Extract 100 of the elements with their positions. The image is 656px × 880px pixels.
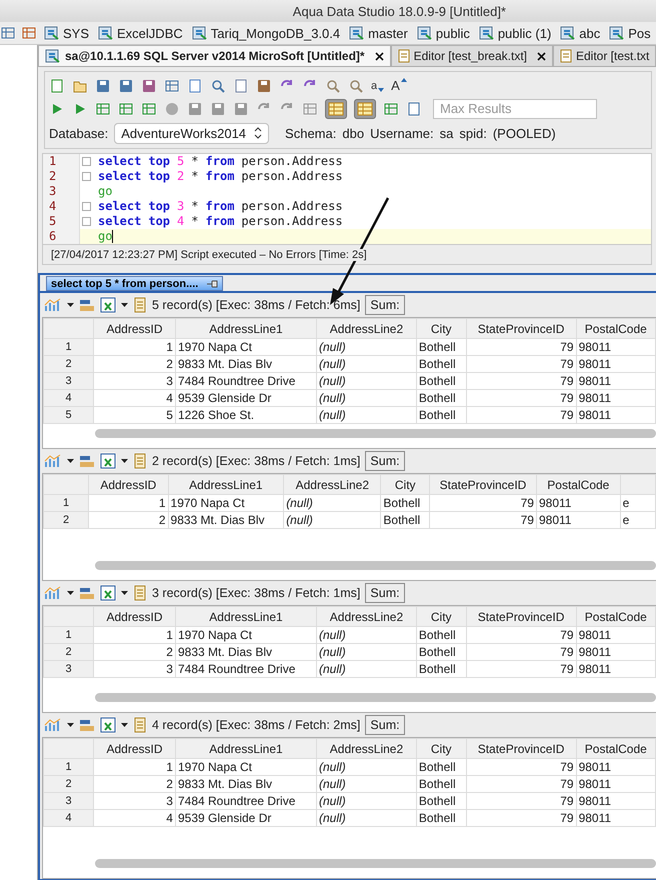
column-header[interactable]: AddressID (94, 738, 176, 758)
result-tab[interactable]: select top 5 * from person.... (46, 276, 224, 291)
dropdown-caret-icon[interactable] (121, 459, 128, 463)
username-value: sa (440, 126, 454, 140)
sql-editor[interactable]: 1 2 3 4 5 6 select top 5 * from person.Address select top 2 * from person.Address go select top 3 * from person.Address select top 4 * from person.Address go (42, 153, 652, 246)
column-header[interactable]: PostalCode (576, 318, 656, 338)
horizontal-scrollbar[interactable] (95, 859, 656, 868)
find-icon[interactable] (325, 78, 341, 94)
close-icon[interactable] (374, 52, 384, 60)
script-icon[interactable] (133, 297, 147, 313)
column-header[interactable]: AddressLine2 (284, 474, 381, 494)
connection-button[interactable]: master (347, 25, 410, 41)
table-cell: (null) (316, 356, 416, 372)
column-header[interactable]: AddressLine1 (175, 318, 317, 338)
spreadsheet-icon[interactable] (100, 585, 116, 601)
column-header[interactable]: PostalCode (576, 606, 656, 626)
table-cell: (null) (316, 406, 416, 424)
connection-button[interactable]: ExcelJDBC (96, 25, 185, 41)
column-header[interactable]: AddressLine2 (316, 738, 416, 758)
horizontal-scrollbar[interactable] (95, 429, 656, 438)
grid-toggle[interactable] (325, 98, 347, 118)
column-header[interactable]: PostalCode (536, 474, 620, 494)
code-token: top (148, 199, 170, 214)
dropdown-caret-icon[interactable] (67, 723, 74, 727)
column-header[interactable]: AddressID (94, 318, 176, 338)
dropdown-caret-icon[interactable] (67, 459, 74, 463)
connection-button[interactable]: public (414, 25, 472, 41)
stop-icon[interactable] (164, 100, 180, 116)
font-size-button[interactable]: A (391, 78, 407, 93)
table-cell: 1 (88, 494, 168, 512)
column-header[interactable]: AddressLine1 (175, 606, 317, 626)
column-header[interactable]: AddressLine2 (316, 606, 416, 626)
find-replace-icon[interactable] (348, 78, 364, 94)
table-cell: (null) (284, 494, 381, 512)
column-header[interactable]: StateProvinceID (466, 738, 576, 758)
table-cell: 2 (88, 512, 168, 528)
code-token: 3 (177, 199, 184, 214)
table-cell: (null) (284, 512, 381, 528)
table-cell: 3 (94, 660, 176, 678)
dropdown-caret-icon[interactable] (121, 723, 128, 727)
editor-tab[interactable]: Editor [test.txt (553, 45, 656, 66)
close-icon[interactable] (537, 52, 546, 60)
code-token: person.Address (241, 169, 343, 184)
script-icon[interactable] (133, 453, 147, 469)
column-header[interactable]: AddressID (94, 606, 176, 626)
pin-icon[interactable] (206, 278, 218, 288)
horizontal-scrollbar[interactable] (95, 693, 656, 702)
editor-tab[interactable]: sa@10.1.1.69 SQL Server v2014 MicroSoft [Untitled]* (38, 45, 391, 66)
column-header[interactable]: PostalCode (576, 738, 656, 758)
schema-value: dbo (342, 126, 364, 140)
spreadsheet-icon[interactable] (100, 717, 116, 733)
dropdown-caret-icon[interactable] (121, 303, 128, 307)
save-all-icon[interactable] (141, 78, 157, 94)
dropdown-caret-icon[interactable] (67, 303, 74, 307)
dropdown-caret-icon[interactable] (67, 591, 74, 595)
script-icon[interactable] (133, 717, 147, 733)
export-icon[interactable] (79, 297, 95, 313)
table-cell: 2 (94, 644, 176, 660)
export-icon[interactable] (79, 453, 95, 469)
column-header[interactable]: City (380, 474, 430, 494)
column-header[interactable]: City (416, 738, 466, 758)
column-header[interactable]: City (416, 606, 466, 626)
column-header[interactable]: AddressLine1 (168, 474, 284, 494)
column-header[interactable]: City (416, 318, 466, 338)
record-summary: 3 record(s) [Exec: 38ms / Fetch: 1ms] (152, 586, 360, 600)
column-header[interactable]: StateProvinceID (466, 318, 576, 338)
script-icon[interactable] (133, 585, 147, 601)
table-cell: Bothell (416, 356, 466, 372)
max-results-field[interactable]: Max Results (433, 98, 597, 118)
table-cell: e (620, 494, 656, 512)
editor-tab[interactable]: Editor [test_break.txt] (390, 45, 553, 66)
table-cell: 1970 Napa Ct (175, 758, 317, 776)
database-icon (478, 25, 495, 41)
connection-button[interactable]: abc (558, 25, 602, 41)
code-token: from (206, 214, 234, 229)
save-icon[interactable] (95, 78, 111, 94)
table-cell: 98011 (576, 776, 656, 792)
diagram-icon[interactable] (0, 25, 16, 41)
code-token: from (206, 154, 234, 169)
spreadsheet-icon[interactable] (100, 453, 116, 469)
grid-toggle[interactable] (354, 98, 376, 118)
column-header[interactable]: AddressID (88, 474, 168, 494)
export-icon[interactable] (79, 717, 95, 733)
column-header[interactable]: AddressLine2 (316, 318, 416, 338)
connection-button[interactable]: public (1) (476, 25, 554, 41)
dropdown-caret-icon[interactable] (121, 591, 128, 595)
connection-button[interactable]: SYS (42, 25, 92, 41)
spreadsheet-icon[interactable] (100, 297, 116, 313)
column-header[interactable]: AddressLine1 (175, 738, 317, 758)
database-select[interactable]: AdventureWorks2014 (114, 122, 270, 144)
font-size-button[interactable]: a (371, 80, 384, 92)
connection-button[interactable]: Tariq_MongoDB_3.0.4 (190, 25, 342, 41)
export-icon[interactable] (79, 585, 95, 601)
column-header[interactable]: StateProvinceID (430, 474, 536, 494)
new-file-icon[interactable] (49, 78, 65, 94)
column-header[interactable]: StateProvinceID (466, 606, 576, 626)
table-cell: (null) (316, 758, 416, 776)
horizontal-scrollbar[interactable] (95, 561, 656, 570)
connection-button[interactable]: Pos (607, 25, 653, 41)
save-as-icon[interactable] (118, 78, 134, 94)
